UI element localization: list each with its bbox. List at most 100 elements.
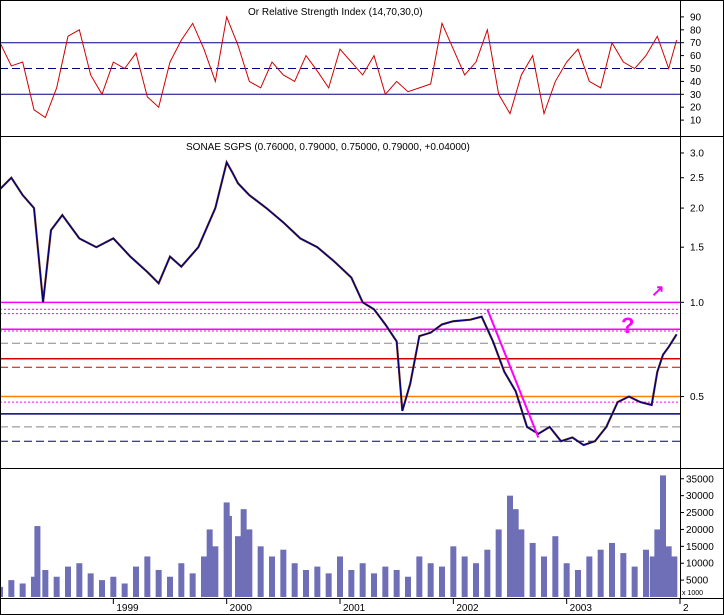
volume-tick-label: 20000 — [686, 525, 714, 536]
rsi-tick-label: 60 — [690, 51, 702, 62]
price-tick-label: 2.5 — [690, 173, 704, 184]
volume-bar — [473, 563, 479, 597]
volume-bar — [484, 549, 491, 597]
rsi-tick-label: 20 — [690, 103, 702, 114]
volume-bar — [450, 546, 457, 597]
stock-chart: 102030405060708090 0.51.01.52.02.53.0?↗ … — [0, 0, 724, 615]
x-tick-label: 1999 — [116, 603, 139, 614]
volume-bar — [512, 509, 519, 597]
volume-bar — [337, 556, 343, 597]
volume-bar — [280, 549, 287, 597]
volume-bar — [212, 546, 219, 597]
volume-bar — [348, 569, 355, 597]
price-tick-label: 1.0 — [690, 298, 704, 309]
volume-bar — [631, 566, 638, 597]
volume-bar — [8, 580, 15, 597]
volume-bar — [155, 569, 162, 597]
volume-bar — [167, 576, 173, 597]
volume-bar — [133, 566, 139, 597]
volume-bar — [518, 529, 525, 597]
volume-bar — [507, 495, 513, 597]
volume-tick-label: 10000 — [686, 559, 714, 570]
price-tick-label: 0.5 — [690, 392, 704, 403]
volume-bar — [609, 542, 615, 597]
volume-bar — [359, 563, 366, 597]
price-panel: 0.5 1.0 1.5 2.0 2.5 3.0? ↗ — [0, 148, 704, 447]
rsi-tick-label: 40 — [690, 77, 702, 88]
volume-bar — [76, 563, 83, 597]
price-tick-label: 2.0 — [690, 204, 704, 215]
volume-bar — [246, 529, 253, 597]
volume-bar — [416, 556, 423, 597]
volume-tick-label: 5000 — [686, 576, 709, 587]
volume-bar — [144, 556, 151, 597]
volume-bar — [235, 536, 241, 597]
volume-unit-label: x 1000 — [682, 590, 703, 597]
volume-bar — [371, 573, 377, 597]
volume-bar — [541, 556, 547, 597]
rsi-tick-label: 90 — [690, 12, 702, 23]
volume-bar — [643, 549, 649, 597]
question-annotation: ? — [621, 313, 634, 338]
volume-bar — [563, 563, 570, 597]
x-tick-label: 2001 — [343, 603, 366, 614]
arrow-annotation: ↗ — [651, 283, 664, 300]
rsi-tick-label: 80 — [690, 25, 702, 36]
volume-tick-label: 35000 — [686, 474, 714, 485]
volume-bar — [110, 576, 117, 597]
volume-bar — [303, 569, 309, 597]
x-axis: 1999 2000 2001 2002 2003 2 — [112, 598, 689, 614]
volume-bar — [34, 526, 41, 597]
rsi-line — [0, 15, 678, 119]
volume-bar — [269, 556, 275, 597]
volume-bar — [189, 573, 196, 597]
rsi-tick-label: 10 — [690, 116, 702, 127]
volume-bar — [42, 569, 49, 597]
price-title: SONAE SGPS (0.76000, 0.79000, 0.75000, 0… — [186, 142, 470, 153]
price-line — [0, 160, 678, 446]
x-tick-label: 2002 — [456, 603, 479, 614]
volume-bar — [65, 566, 71, 597]
x-tick-label: 2000 — [230, 603, 253, 614]
volume-bar — [552, 536, 559, 597]
rsi-tick-label: 30 — [690, 90, 702, 101]
volume-bar — [99, 580, 105, 597]
volume-panel: 5000 10000 15000 20000 25000 30000 35000 x 1000 — [0, 474, 714, 597]
price-trendline — [486, 308, 540, 438]
price-tick-label: 1.5 — [690, 243, 704, 254]
volume-bar — [225, 515, 232, 597]
volume-tick-label: 15000 — [686, 542, 714, 553]
volume-bar — [665, 546, 672, 597]
rsi-tick-label: 70 — [690, 38, 702, 49]
volume-bar — [53, 576, 60, 597]
volume-bar — [671, 556, 678, 597]
volume-bar — [201, 556, 207, 597]
volume-bar — [529, 542, 536, 597]
volume-bar — [586, 556, 593, 597]
rsi-tick-label: 50 — [690, 64, 702, 75]
volume-bar — [291, 563, 298, 597]
volume-tick-label: 30000 — [686, 491, 714, 502]
volume-bar — [325, 573, 332, 597]
volume-bar — [206, 529, 213, 597]
volume-bar — [121, 583, 128, 597]
volume-tick-label: 25000 — [686, 508, 714, 519]
volume-bar — [427, 563, 434, 597]
volume-bar — [575, 569, 581, 597]
price-line-shadow — [0, 159, 678, 447]
volume-bar — [19, 583, 26, 597]
volume-bar — [405, 576, 411, 597]
volume-bar — [393, 569, 400, 597]
volume-bar — [597, 549, 604, 597]
volume-bar — [257, 546, 264, 597]
volume-bar — [461, 556, 468, 597]
volume-bar — [240, 509, 247, 597]
volume-bar — [382, 566, 389, 597]
volume-bar — [660, 475, 666, 597]
volume-bar — [654, 529, 661, 597]
rsi-title: Or Relative Strength Index (14,70,30,0) — [248, 7, 423, 18]
volume-bar — [439, 566, 445, 597]
volume-bar — [314, 566, 321, 597]
volume-bar — [620, 553, 627, 597]
rsi-panel: 10 20 30 40 50 60 70 80 90 — [0, 12, 702, 127]
